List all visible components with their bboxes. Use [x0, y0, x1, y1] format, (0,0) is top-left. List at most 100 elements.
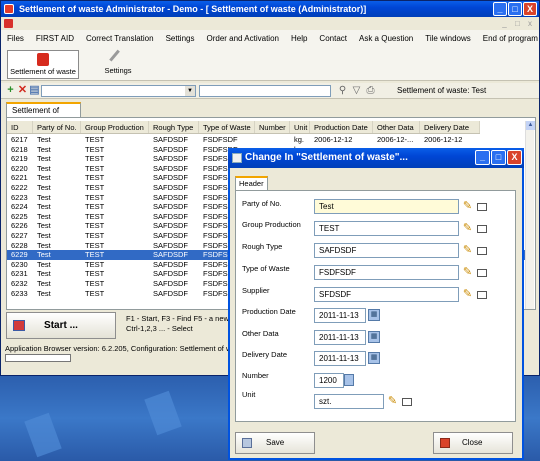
column-header[interactable]: Other Data — [373, 121, 420, 133]
filter-icon[interactable]: ▽ — [351, 85, 362, 96]
calendar-icon[interactable]: ▦ — [368, 331, 380, 343]
filter-combo[interactable]: ▼ — [41, 85, 196, 97]
pencil-icon[interactable]: ✎ — [461, 244, 474, 257]
delivery-date-field[interactable]: 2011-11-13 — [314, 351, 366, 366]
clear-icon[interactable] — [477, 225, 487, 233]
supplier-label: Supplier — [242, 286, 270, 295]
clear-icon[interactable] — [477, 291, 487, 299]
status-text: Application Browser version: 6.2.205, Co… — [5, 344, 236, 353]
pencil-icon[interactable]: ✎ — [461, 288, 474, 301]
column-header[interactable]: Delivery Date — [420, 121, 480, 133]
tab-header[interactable]: Header — [235, 176, 268, 190]
column-header[interactable]: Type of Waste — [199, 121, 255, 133]
clear-icon[interactable] — [477, 203, 487, 211]
unit-field[interactable]: szt. — [314, 394, 384, 409]
column-header[interactable]: Production Date — [310, 121, 373, 133]
menu-item-end-of-program[interactable]: End of program — [477, 34, 540, 43]
menu-item-first-aid[interactable]: FIRST AID — [30, 34, 80, 43]
number-field[interactable]: 1200 — [314, 373, 344, 388]
table-cell: FSDFSDF — [203, 135, 238, 144]
close-button[interactable]: X — [523, 2, 537, 16]
waste-bin-icon — [37, 53, 49, 66]
party-field[interactable]: Test — [314, 199, 459, 214]
dialog-maximize-button[interactable]: □ — [491, 150, 506, 165]
table-cell: Test — [37, 144, 51, 154]
table-cell: 6233 — [11, 288, 28, 298]
dialog-titlebar[interactable]: Change In "Settlement of waste"... _ □ X — [228, 148, 524, 168]
clear-icon[interactable] — [477, 269, 487, 277]
table-cell: TEST — [85, 163, 105, 173]
table-cell: Test — [37, 202, 51, 212]
print-icon[interactable]: ⎙ — [365, 85, 376, 96]
calendar-icon[interactable]: ▦ — [368, 352, 380, 364]
table-cell: Test — [37, 183, 51, 192]
delete-icon[interactable]: ✕ — [17, 85, 28, 96]
save-button[interactable]: Save — [235, 432, 315, 454]
column-header[interactable]: Party of No. — [33, 121, 81, 133]
table-cell: 6220 — [11, 163, 28, 173]
start-button[interactable]: Start ... — [6, 312, 116, 339]
column-header[interactable]: Unit — [290, 121, 310, 133]
pencil-icon[interactable]: ✎ — [461, 266, 474, 279]
table-cell: Test — [37, 211, 51, 221]
pencil-icon[interactable]: ✎ — [386, 395, 399, 408]
dialog-close-button[interactable]: X — [507, 150, 522, 165]
minimize-button[interactable]: _ — [493, 2, 507, 16]
close-dialog-button[interactable]: Close — [433, 432, 513, 454]
table-cell: Test — [37, 163, 51, 173]
clear-icon[interactable] — [402, 398, 412, 406]
menu-item-settings[interactable]: Settings — [160, 34, 201, 43]
table-cell: TEST — [85, 183, 105, 192]
other-data-field[interactable]: 2011-11-13 — [314, 330, 366, 345]
table-cell: kg. — [294, 135, 305, 144]
menu-item-correct-translation[interactable]: Correct Translation — [80, 34, 160, 43]
pencil-icon[interactable]: ✎ — [461, 200, 474, 213]
column-header[interactable]: Rough Type — [149, 121, 199, 133]
chevron-down-icon[interactable]: ▼ — [185, 86, 195, 96]
menu-item-files[interactable]: Files — [1, 34, 30, 43]
supplier-field[interactable]: SFDSDF — [314, 287, 459, 302]
add-icon[interactable]: + — [5, 85, 16, 96]
table-scrollbar[interactable]: ▲ — [525, 121, 535, 309]
number-spinner[interactable] — [344, 374, 354, 386]
mdi-controls[interactable]: _ □ x — [502, 19, 535, 28]
column-header[interactable]: Group Production — [81, 121, 149, 133]
table-cell: TEST — [85, 144, 105, 154]
table-cell: TEST — [85, 221, 105, 231]
table-cell: SAFDSDF — [153, 135, 189, 144]
column-header[interactable]: Number — [255, 121, 290, 133]
menu-item-help[interactable]: Help — [285, 34, 313, 43]
clear-icon[interactable] — [477, 247, 487, 255]
table-cell: SAFDSDF — [153, 231, 189, 240]
menu-item-tile-windows[interactable]: Tile windows — [419, 34, 477, 43]
group-label: Group Production — [242, 220, 301, 229]
table-cell: Test — [37, 192, 51, 202]
search-input[interactable] — [199, 85, 331, 97]
menu-item-order-and-activation[interactable]: Order and Activation — [200, 34, 284, 43]
menu-item-contact[interactable]: Contact — [313, 34, 353, 43]
table-row[interactable]: 6217 Test TEST SAFDSDF FSDFSDF kg. 2006-12-12 2… — [7, 135, 480, 145]
change-dialog: Change In "Settlement of waste"... _ □ X… — [228, 148, 524, 460]
settlement-of-waste-button[interactable]: Settlement of waste — [7, 50, 79, 79]
table-cell: SAFDSDF — [153, 144, 189, 154]
pencil-icon[interactable]: ✎ — [461, 222, 474, 235]
document-icon[interactable] — [4, 19, 13, 28]
rough-field[interactable]: SAFDSDF — [314, 243, 459, 258]
table-cell: Test — [37, 259, 51, 269]
save-icon — [242, 438, 252, 448]
table-header: ID Party of No. Group Production Rough Type… — [7, 121, 480, 134]
menu-item-ask-a-question[interactable]: Ask a Question — [353, 34, 419, 43]
waste-field[interactable]: FSDFSDF — [314, 265, 459, 280]
settings-button[interactable]: Settings — [97, 49, 139, 79]
tab-settlement-of-waste[interactable]: Settlement of waste — [6, 102, 81, 129]
group-field[interactable]: TEST — [314, 221, 459, 236]
column-header[interactable]: ID — [7, 121, 33, 133]
calendar-icon[interactable]: ▦ — [368, 309, 380, 321]
main-titlebar[interactable]: Settlement of waste Administrator - Demo… — [1, 1, 539, 17]
search-icon[interactable]: ⚲ — [337, 85, 348, 96]
edit-icon[interactable]: ▤ — [29, 85, 40, 96]
maximize-button[interactable]: □ — [508, 2, 522, 16]
scroll-up-icon[interactable]: ▲ — [526, 121, 535, 130]
dialog-minimize-button[interactable]: _ — [475, 150, 490, 165]
production-date-field[interactable]: 2011-11-13 — [314, 308, 366, 323]
